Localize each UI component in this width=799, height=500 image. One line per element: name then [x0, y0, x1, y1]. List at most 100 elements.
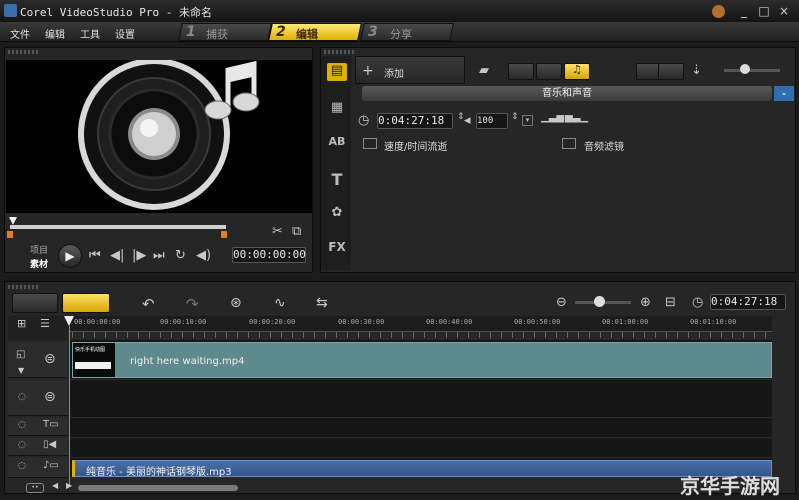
video-track-icon[interactable]: ⊜: [44, 351, 56, 367]
sound-mixer-icon[interactable]: ∿: [274, 295, 286, 311]
add-button[interactable]: 添加: [384, 65, 404, 80]
timeline-view-button[interactable]: [62, 293, 110, 313]
undo-icon[interactable]: ↶: [142, 295, 155, 313]
speed-icon: [363, 138, 377, 149]
title-bar: Corel VideoStudio Pro - 未命名 _ □ ×: [0, 0, 799, 22]
track-toggle-icon[interactable]: ◌: [18, 461, 26, 471]
trim-start-marker[interactable]: [7, 231, 13, 238]
scroll-right-icon[interactable]: ▶: [66, 481, 72, 490]
scroll-left-icon[interactable]: ◀: [52, 481, 58, 490]
voice-track[interactable]: [70, 438, 772, 458]
clip-volume-icon: ◂: [464, 113, 471, 128]
overlay-track-icon[interactable]: ⊜: [44, 389, 56, 405]
add-icon[interactable]: +: [362, 63, 374, 79]
menu-edit[interactable]: 编辑: [45, 26, 65, 41]
split-clip-icon[interactable]: ✂: [272, 224, 283, 239]
music-track-head: [8, 458, 68, 478]
end-icon[interactable]: ⏭: [153, 248, 165, 263]
home-icon[interactable]: ⏮: [89, 248, 101, 263]
tick-label: 00:01:10:00: [690, 318, 737, 326]
all-tracks-toggle[interactable]: ••: [26, 483, 44, 493]
preview-timecode[interactable]: 00:00:00:00: [232, 247, 306, 263]
folder-icon[interactable]: ▰: [479, 63, 489, 78]
menu-file[interactable]: 文件: [10, 26, 30, 41]
zoom-handle[interactable]: [594, 296, 605, 307]
previous-frame-icon[interactable]: ◀|: [110, 248, 124, 263]
sort-icon[interactable]: ⇣: [691, 63, 702, 78]
repeat-icon[interactable]: ↻: [175, 248, 186, 263]
thumbnail-view-button[interactable]: [658, 63, 684, 80]
tab-edit-num: 2: [276, 24, 286, 40]
graphic-icon[interactable]: ✿: [327, 205, 347, 223]
clip-volume-field[interactable]: 100: [476, 113, 508, 129]
video-clip-label: right here waiting.mp4: [130, 356, 245, 367]
transition-icon[interactable]: ▦: [327, 100, 347, 118]
overlay-track[interactable]: [70, 380, 772, 418]
volume-dropdown[interactable]: ▾: [522, 115, 533, 126]
mode-clip[interactable]: 素材: [30, 257, 48, 270]
voice-track-icon[interactable]: ▯◀: [43, 439, 56, 450]
tick-label: 00:00:50:00: [514, 318, 561, 326]
timeline-scrollbar[interactable]: [78, 485, 238, 491]
volume-icon[interactable]: ◀): [196, 248, 211, 263]
track-toggle-icon[interactable]: ◌: [18, 420, 26, 430]
storyboard-view-button[interactable]: [12, 293, 58, 313]
chapter-menu-icon[interactable]: ☰: [40, 317, 50, 330]
tick-label: 00:00:40:00: [426, 318, 473, 326]
track-expand-icon[interactable]: ▼: [18, 366, 24, 375]
thumbnail-size-slider[interactable]: [724, 69, 780, 72]
overlay-track-head: [8, 380, 68, 416]
title-track-icon[interactable]: T▭: [43, 419, 59, 430]
speaker-music-image: [78, 58, 260, 210]
fade-out-icon[interactable]: ▅▃▁: [565, 112, 588, 123]
next-frame-icon[interactable]: |▶: [132, 248, 146, 263]
title-track[interactable]: [70, 418, 772, 438]
duration-clock-icon: ◷: [358, 113, 370, 128]
text-icon[interactable]: T: [327, 170, 347, 189]
panel-grip: [8, 50, 38, 54]
library-sidebar: [321, 56, 351, 270]
project-duration-field[interactable]: 0:04:27:18: [710, 294, 786, 310]
record-capture-icon[interactable]: ⊛: [230, 295, 242, 311]
zoom-out-icon[interactable]: ⊖: [556, 295, 567, 310]
tab-share-num: 3: [368, 24, 378, 40]
speed-time-lapse-button[interactable]: 速度/时间流逝: [384, 138, 447, 153]
redo-icon[interactable]: ↷: [186, 295, 199, 313]
track-toggle-icon[interactable]: ◌: [18, 440, 26, 450]
help-icon[interactable]: [712, 5, 725, 18]
fx-icon[interactable]: FX: [327, 240, 347, 258]
thumbnail-text-block: [75, 362, 111, 369]
menu-tools[interactable]: 工具: [80, 26, 100, 41]
maximize-button[interactable]: □: [756, 4, 772, 18]
scrubber-track[interactable]: [10, 225, 226, 229]
minimize-button[interactable]: _: [736, 4, 752, 18]
thumbnail-size-handle[interactable]: [740, 64, 750, 74]
zoom-in-icon[interactable]: ⊕: [640, 295, 651, 310]
close-button[interactable]: ×: [776, 4, 792, 18]
ripple-edit-icon[interactable]: ◱: [16, 349, 25, 360]
panel-grip: [8, 285, 38, 289]
fit-project-icon[interactable]: ⊟: [665, 295, 676, 310]
enlarge-icon[interactable]: ⧉: [292, 224, 301, 239]
tab-edit-label: 编辑: [296, 28, 318, 41]
duration-field[interactable]: 0:04:27:18: [377, 113, 453, 129]
fade-in-icon[interactable]: ▁▃▅: [541, 112, 564, 123]
title-track-head: [8, 418, 68, 436]
show-photos-button[interactable]: [536, 63, 562, 80]
music-track-icon[interactable]: ♪▭: [43, 460, 59, 471]
trim-end-marker[interactable]: [221, 231, 227, 238]
media-icon[interactable]: ▤: [327, 63, 347, 81]
menu-settings[interactable]: 设置: [115, 26, 135, 41]
auto-music-icon[interactable]: ⇆: [316, 295, 328, 311]
track-manager-icon[interactable]: ⊞: [17, 317, 26, 330]
preview-window: [6, 58, 312, 213]
audio-filter-button[interactable]: 音频滤镜: [584, 138, 624, 153]
mode-project[interactable]: 项目: [30, 243, 48, 256]
collapse-options-icon[interactable]: ⌄: [774, 86, 794, 101]
volume-stepper-icon[interactable]: ⇕: [511, 112, 519, 122]
show-video-button[interactable]: [508, 63, 534, 80]
play-button[interactable]: ▶: [58, 244, 82, 268]
audio-filter-icon: [562, 138, 576, 149]
track-toggle-icon[interactable]: ◌: [18, 392, 26, 402]
title-ab-icon[interactable]: AB: [327, 135, 347, 153]
